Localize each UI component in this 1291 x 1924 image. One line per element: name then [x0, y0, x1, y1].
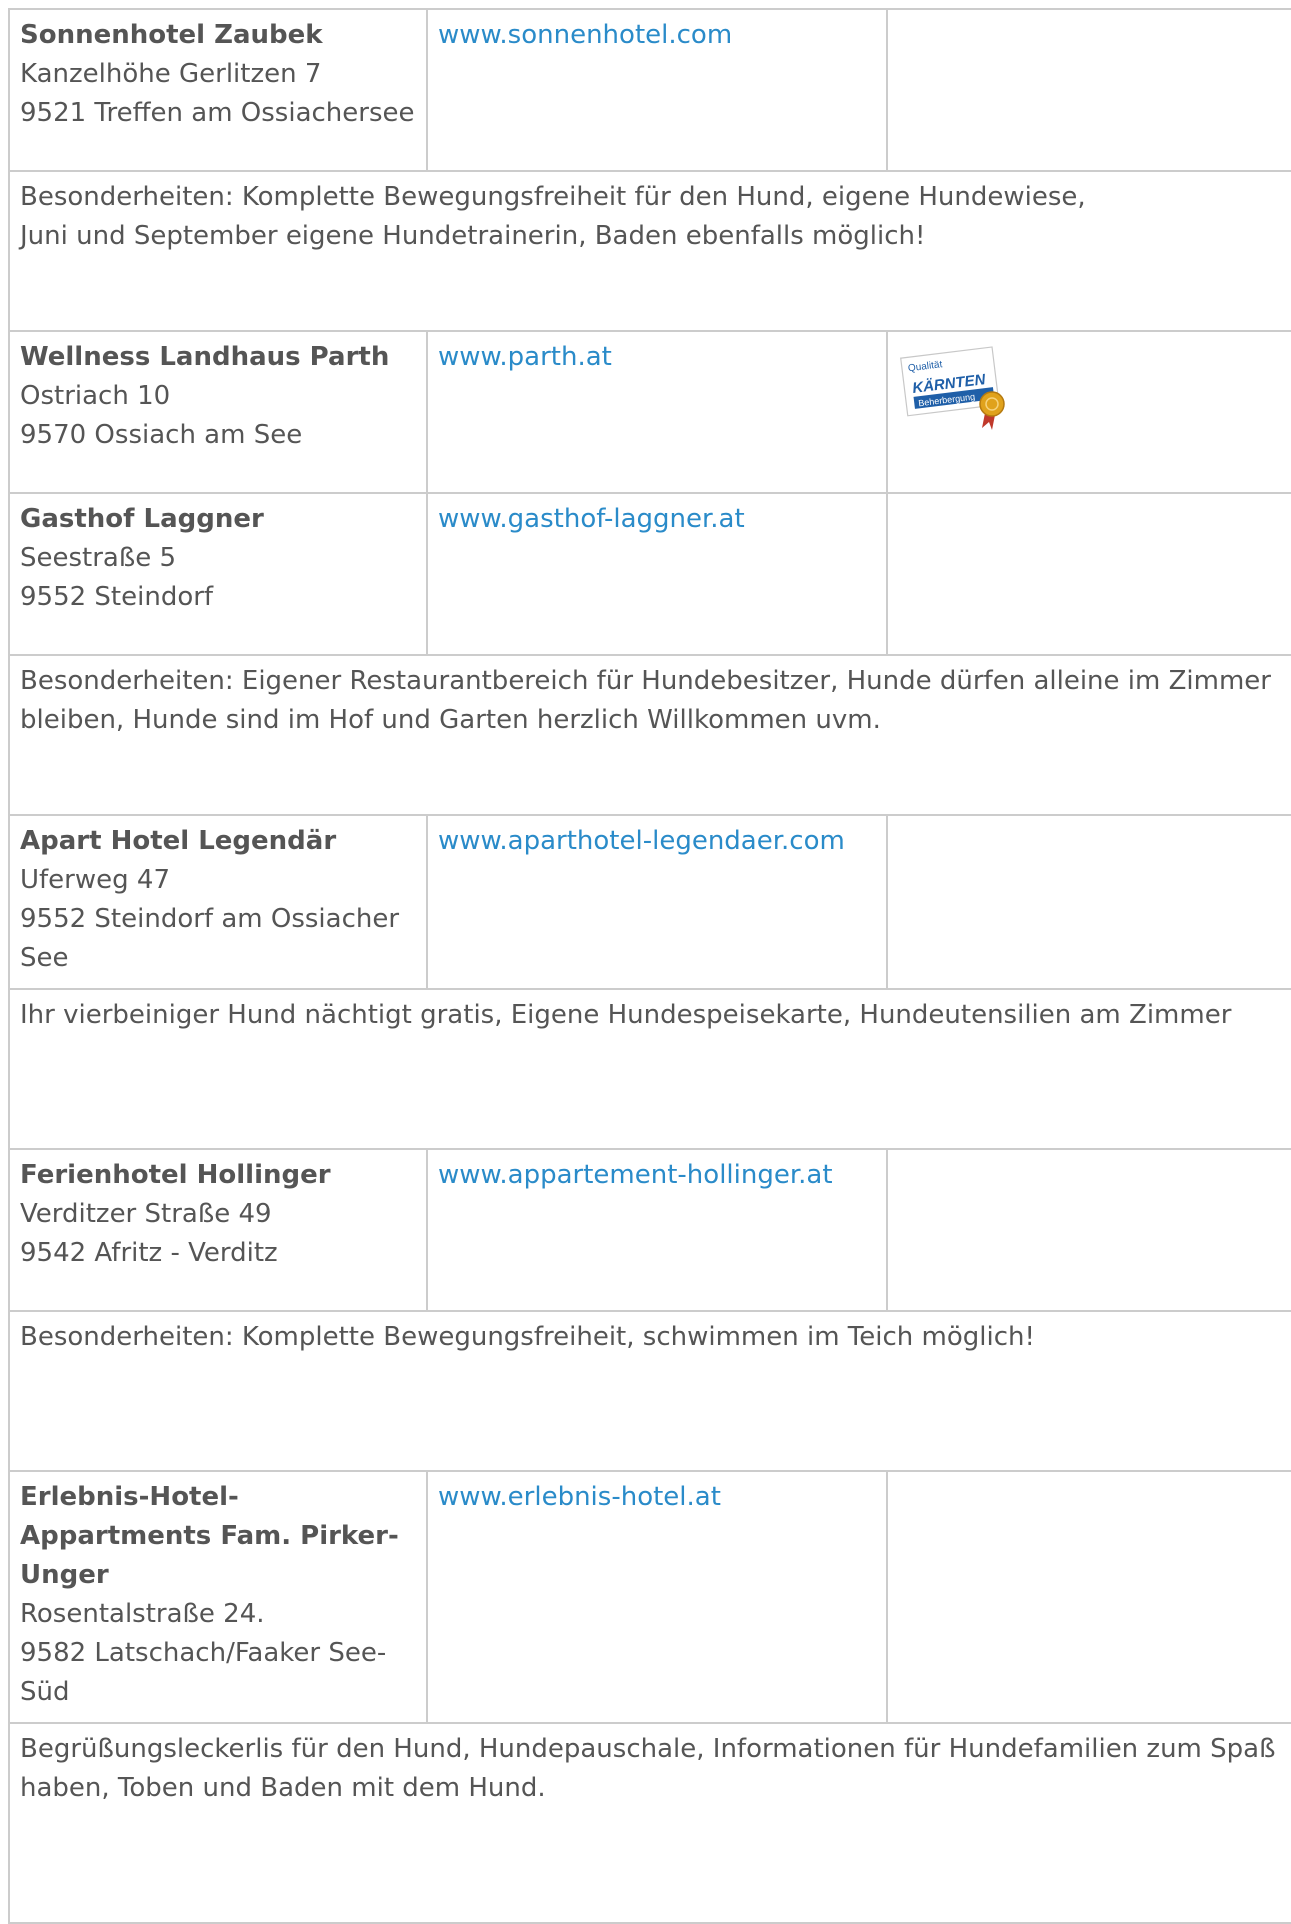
hotel-name: Erlebnis-Hotel-Appartments Fam. Pirker-U… [20, 1482, 399, 1590]
hotel-row: Wellness Landhaus Parth Ostriach 10 9570 O… [8, 330, 1291, 494]
hotel-name: Apart Hotel Legendär [20, 826, 337, 856]
hotel-address-line: Uferweg 47 [20, 865, 170, 895]
quality-badge-icon: Qualität KÄRNTEN Beherbergung [898, 342, 1016, 446]
hotel-note: Besonderheiten: Komplette Bewegungsfreih… [8, 170, 1291, 332]
hotel-note-row: Ihr vierbeiniger Hund nächtigt gratis, E… [8, 988, 1291, 1150]
hotel-row: Gasthof Laggner Seestraße 5 9552 Steindorf… [8, 492, 1291, 656]
hotel-note: Ihr vierbeiniger Hund nächtigt gratis, E… [8, 988, 1291, 1150]
hotel-note-row: Besonderheiten: Komplette Bewegungsfreih… [8, 170, 1291, 332]
hotel-url-cell: www.parth.at [426, 330, 888, 494]
hotel-info-cell: Gasthof Laggner Seestraße 5 9552 Steindorf [8, 492, 428, 656]
hotel-info-cell: Wellness Landhaus Parth Ostriach 10 9570 O… [8, 330, 428, 494]
hotel-name: Gasthof Laggner [20, 504, 264, 534]
hotel-address-line: 9542 Afritz - Verditz [20, 1238, 278, 1268]
hotel-info-cell: Erlebnis-Hotel-Appartments Fam. Pirker-U… [8, 1470, 428, 1724]
hotel-url-cell: www.appartement-hollinger.at [426, 1148, 888, 1312]
hotel-address-line: Seestraße 5 [20, 543, 177, 573]
hotel-row: Sonnenhotel Zaubek Kanzelhöhe Gerlitzen 7… [8, 8, 1291, 172]
hotel-name: Ferienhotel Hollinger [20, 1160, 331, 1190]
hotel-url-cell: www.erlebnis-hotel.at [426, 1470, 888, 1724]
hotel-address-line: 9552 Steindorf am Ossiacher See [20, 904, 400, 973]
hotel-info-cell: Sonnenhotel Zaubek Kanzelhöhe Gerlitzen 7… [8, 8, 428, 172]
hotel-badge-cell [886, 814, 1291, 990]
hotel-url-cell: www.sonnenhotel.com [426, 8, 888, 172]
hotel-url-cell: www.aparthotel-legendaer.com [426, 814, 888, 990]
hotel-badge-cell [886, 1470, 1291, 1724]
hotel-name: Wellness Landhaus Parth [20, 342, 390, 372]
hotel-badge-cell [886, 8, 1291, 172]
hotel-note-row: Besonderheiten: Eigener Restaurantbereic… [8, 654, 1291, 816]
hotel-website-link[interactable]: www.erlebnis-hotel.at [438, 1482, 721, 1512]
hotel-address-line: 9521 Treffen am Ossiachersee [20, 98, 415, 128]
hotel-address-line: Ostriach 10 [20, 381, 171, 411]
hotel-address-line: 9552 Steindorf [20, 582, 214, 612]
hotel-address-line: Verditzer Straße 49 [20, 1199, 272, 1229]
hotel-info-cell: Apart Hotel Legendär Uferweg 47 9552 Stein… [8, 814, 428, 990]
hotel-website-link[interactable]: www.appartement-hollinger.at [438, 1160, 833, 1190]
hotel-table-body: Sonnenhotel Zaubek Kanzelhöhe Gerlitzen 7… [8, 8, 1291, 1924]
hotel-info-cell: Ferienhotel Hollinger Verditzer Straße 49… [8, 1148, 428, 1312]
hotel-table: Sonnenhotel Zaubek Kanzelhöhe Gerlitzen 7… [8, 8, 1291, 1924]
hotel-note: Begrüßungsleckerlis für den Hund, Hundep… [8, 1722, 1291, 1924]
hotel-badge-cell [886, 492, 1291, 656]
hotel-address-line: Rosentalstraße 24. [20, 1599, 265, 1629]
hotel-row: Erlebnis-Hotel-Appartments Fam. Pirker-U… [8, 1470, 1291, 1724]
hotel-website-link[interactable]: www.gasthof-laggner.at [438, 504, 745, 534]
hotel-website-link[interactable]: www.parth.at [438, 342, 612, 372]
hotel-note: Besonderheiten: Komplette Bewegungsfreih… [8, 1310, 1291, 1472]
hotel-note-row: Besonderheiten: Komplette Bewegungsfreih… [8, 1310, 1291, 1472]
hotel-address-line: 9570 Ossiach am See [20, 420, 303, 450]
hotel-website-link[interactable]: www.sonnenhotel.com [438, 20, 732, 50]
hotel-website-link[interactable]: www.aparthotel-legendaer.com [438, 826, 845, 856]
hotel-address-line: Kanzelhöhe Gerlitzen 7 [20, 59, 322, 89]
hotel-name: Sonnenhotel Zaubek [20, 20, 323, 50]
hotel-badge-cell [886, 1148, 1291, 1312]
hotel-note: Besonderheiten: Eigener Restaurantbereic… [8, 654, 1291, 816]
hotel-note-row: Begrüßungsleckerlis für den Hund, Hundep… [8, 1722, 1291, 1924]
hotel-row: Ferienhotel Hollinger Verditzer Straße 49… [8, 1148, 1291, 1312]
hotel-url-cell: www.gasthof-laggner.at [426, 492, 888, 656]
hotel-row: Apart Hotel Legendär Uferweg 47 9552 Stein… [8, 814, 1291, 990]
hotel-badge-cell: Qualität KÄRNTEN Beherbergung [886, 330, 1291, 494]
hotel-address-line: 9582 Latschach/Faaker See-Süd [20, 1638, 387, 1707]
